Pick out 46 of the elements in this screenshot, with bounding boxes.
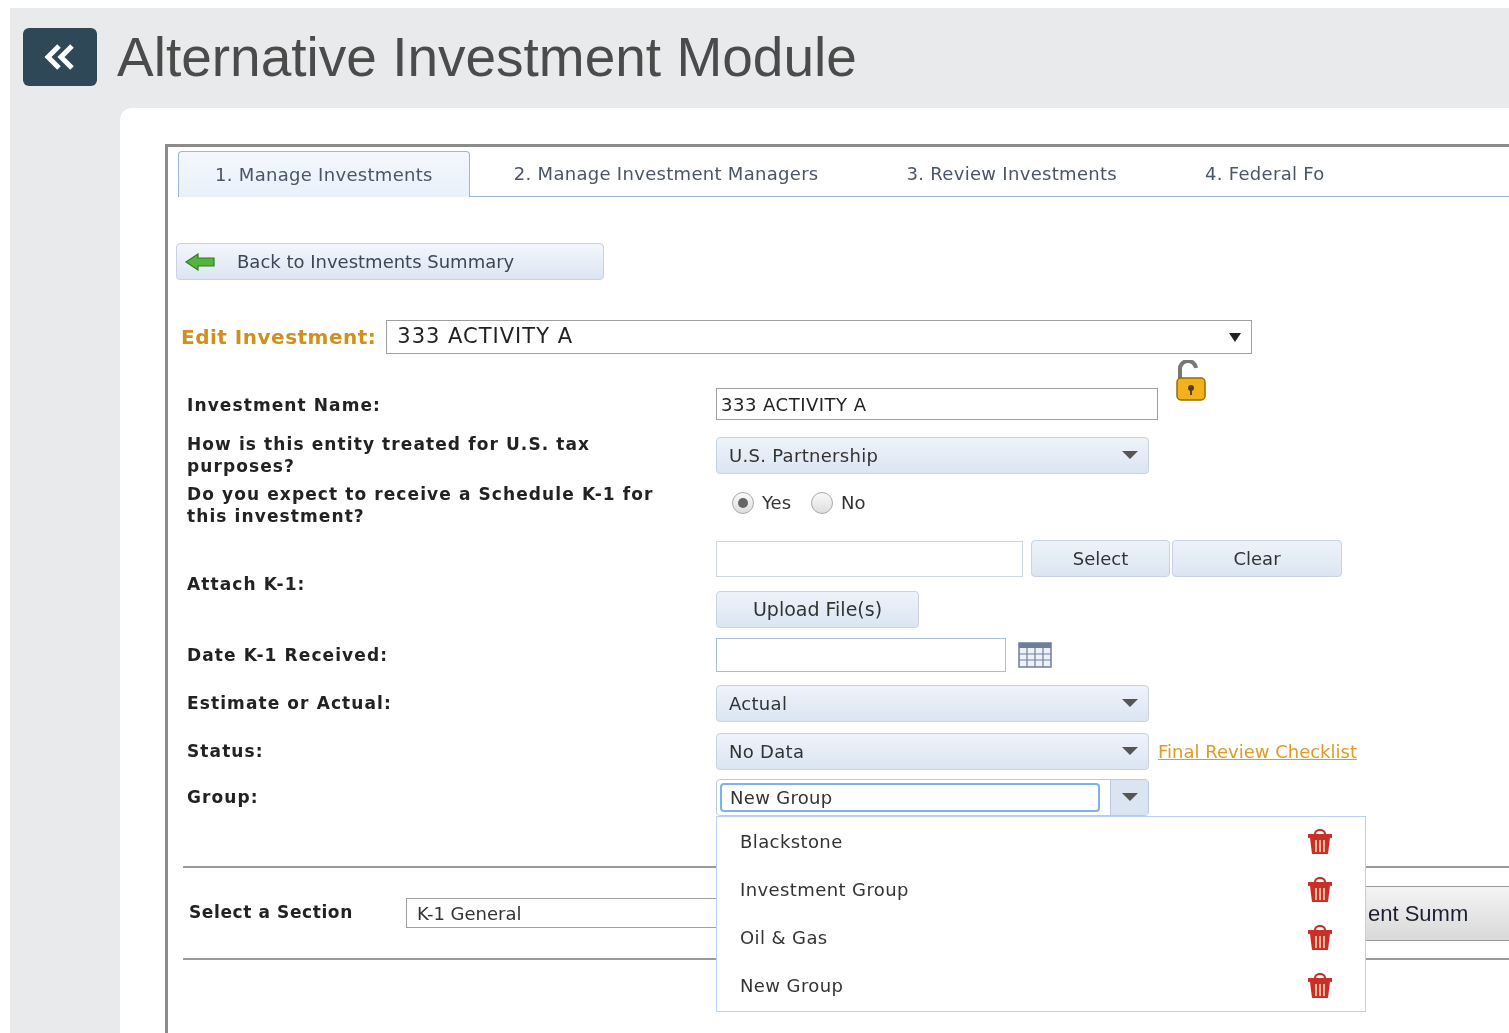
tab[interactable]: 2. Manage Investment Managers — [469, 150, 863, 196]
file-button[interactable]: Select — [1031, 540, 1170, 577]
trash-icon[interactable] — [1306, 828, 1334, 855]
group-combo-field[interactable]: New Group — [720, 782, 1100, 812]
collapse-button[interactable] — [23, 28, 97, 86]
dropdown-arrow-icon — [1121, 793, 1138, 801]
dropdown-arrow-icon — [1229, 332, 1242, 342]
calendar-icon[interactable] — [1018, 642, 1052, 668]
field-label: Date K-1 Received: — [187, 644, 390, 666]
file-field[interactable] — [716, 540, 1023, 577]
tab[interactable]: 3. Review Investments — [862, 150, 1161, 196]
radio-option[interactable]: Yes — [732, 489, 792, 516]
trash-icon[interactable] — [1306, 972, 1334, 999]
radio-option[interactable]: No — [811, 489, 866, 516]
field-label: Do you expect to receive a Schedule K-1 for this investment? — [187, 483, 655, 527]
dropdown-arrow-icon — [1122, 747, 1138, 755]
field-label: Investment Name: — [187, 394, 383, 416]
summary-button[interactable]: ent Summ — [1365, 885, 1509, 941]
text-field[interactable]: 333 ACTIVITY A — [716, 388, 1158, 420]
date-field[interactable] — [716, 638, 1006, 672]
dropdown-select[interactable]: U.S. Partnership — [716, 436, 1149, 474]
dropdown-arrow-icon — [1122, 451, 1138, 459]
trash-icon[interactable] — [1306, 876, 1334, 903]
double-chevron-left-icon — [43, 43, 77, 71]
page-title: Alternative Investment Module — [117, 29, 857, 85]
field-label: Estimate or Actual: — [187, 692, 393, 714]
investment-select[interactable]: 333 ACTIVITY A — [386, 320, 1253, 354]
back-button[interactable]: Back to Investments Summary — [176, 243, 604, 280]
field-label: Status: — [187, 740, 265, 762]
dropdown-option[interactable]: New Group — [740, 972, 844, 999]
tab[interactable]: 1. Manage Investments — [178, 151, 470, 197]
dropdown-arrow-icon — [1122, 699, 1138, 707]
section-label: Select a Section — [189, 901, 354, 925]
field-label: Attach K-1: — [187, 573, 307, 595]
dropdown-select[interactable]: Actual — [716, 684, 1149, 722]
field-label: How is this entity treated for U.S. tax purposes? — [187, 433, 592, 477]
upload-button[interactable]: Upload File(s) — [716, 591, 919, 628]
edit-investment-label: Edit Investment: — [181, 324, 377, 351]
dropdown-option[interactable]: Blackstone — [740, 828, 843, 855]
arrow-left-icon — [185, 252, 215, 271]
field-label: Group: — [187, 786, 260, 808]
dropdown-select[interactable]: No Data — [716, 732, 1149, 770]
file-button[interactable]: Clear — [1172, 540, 1342, 577]
tab[interactable]: 4. Federal Fo — [1161, 150, 1325, 196]
trash-icon[interactable] — [1306, 924, 1334, 951]
dropdown-button[interactable] — [1110, 779, 1148, 815]
